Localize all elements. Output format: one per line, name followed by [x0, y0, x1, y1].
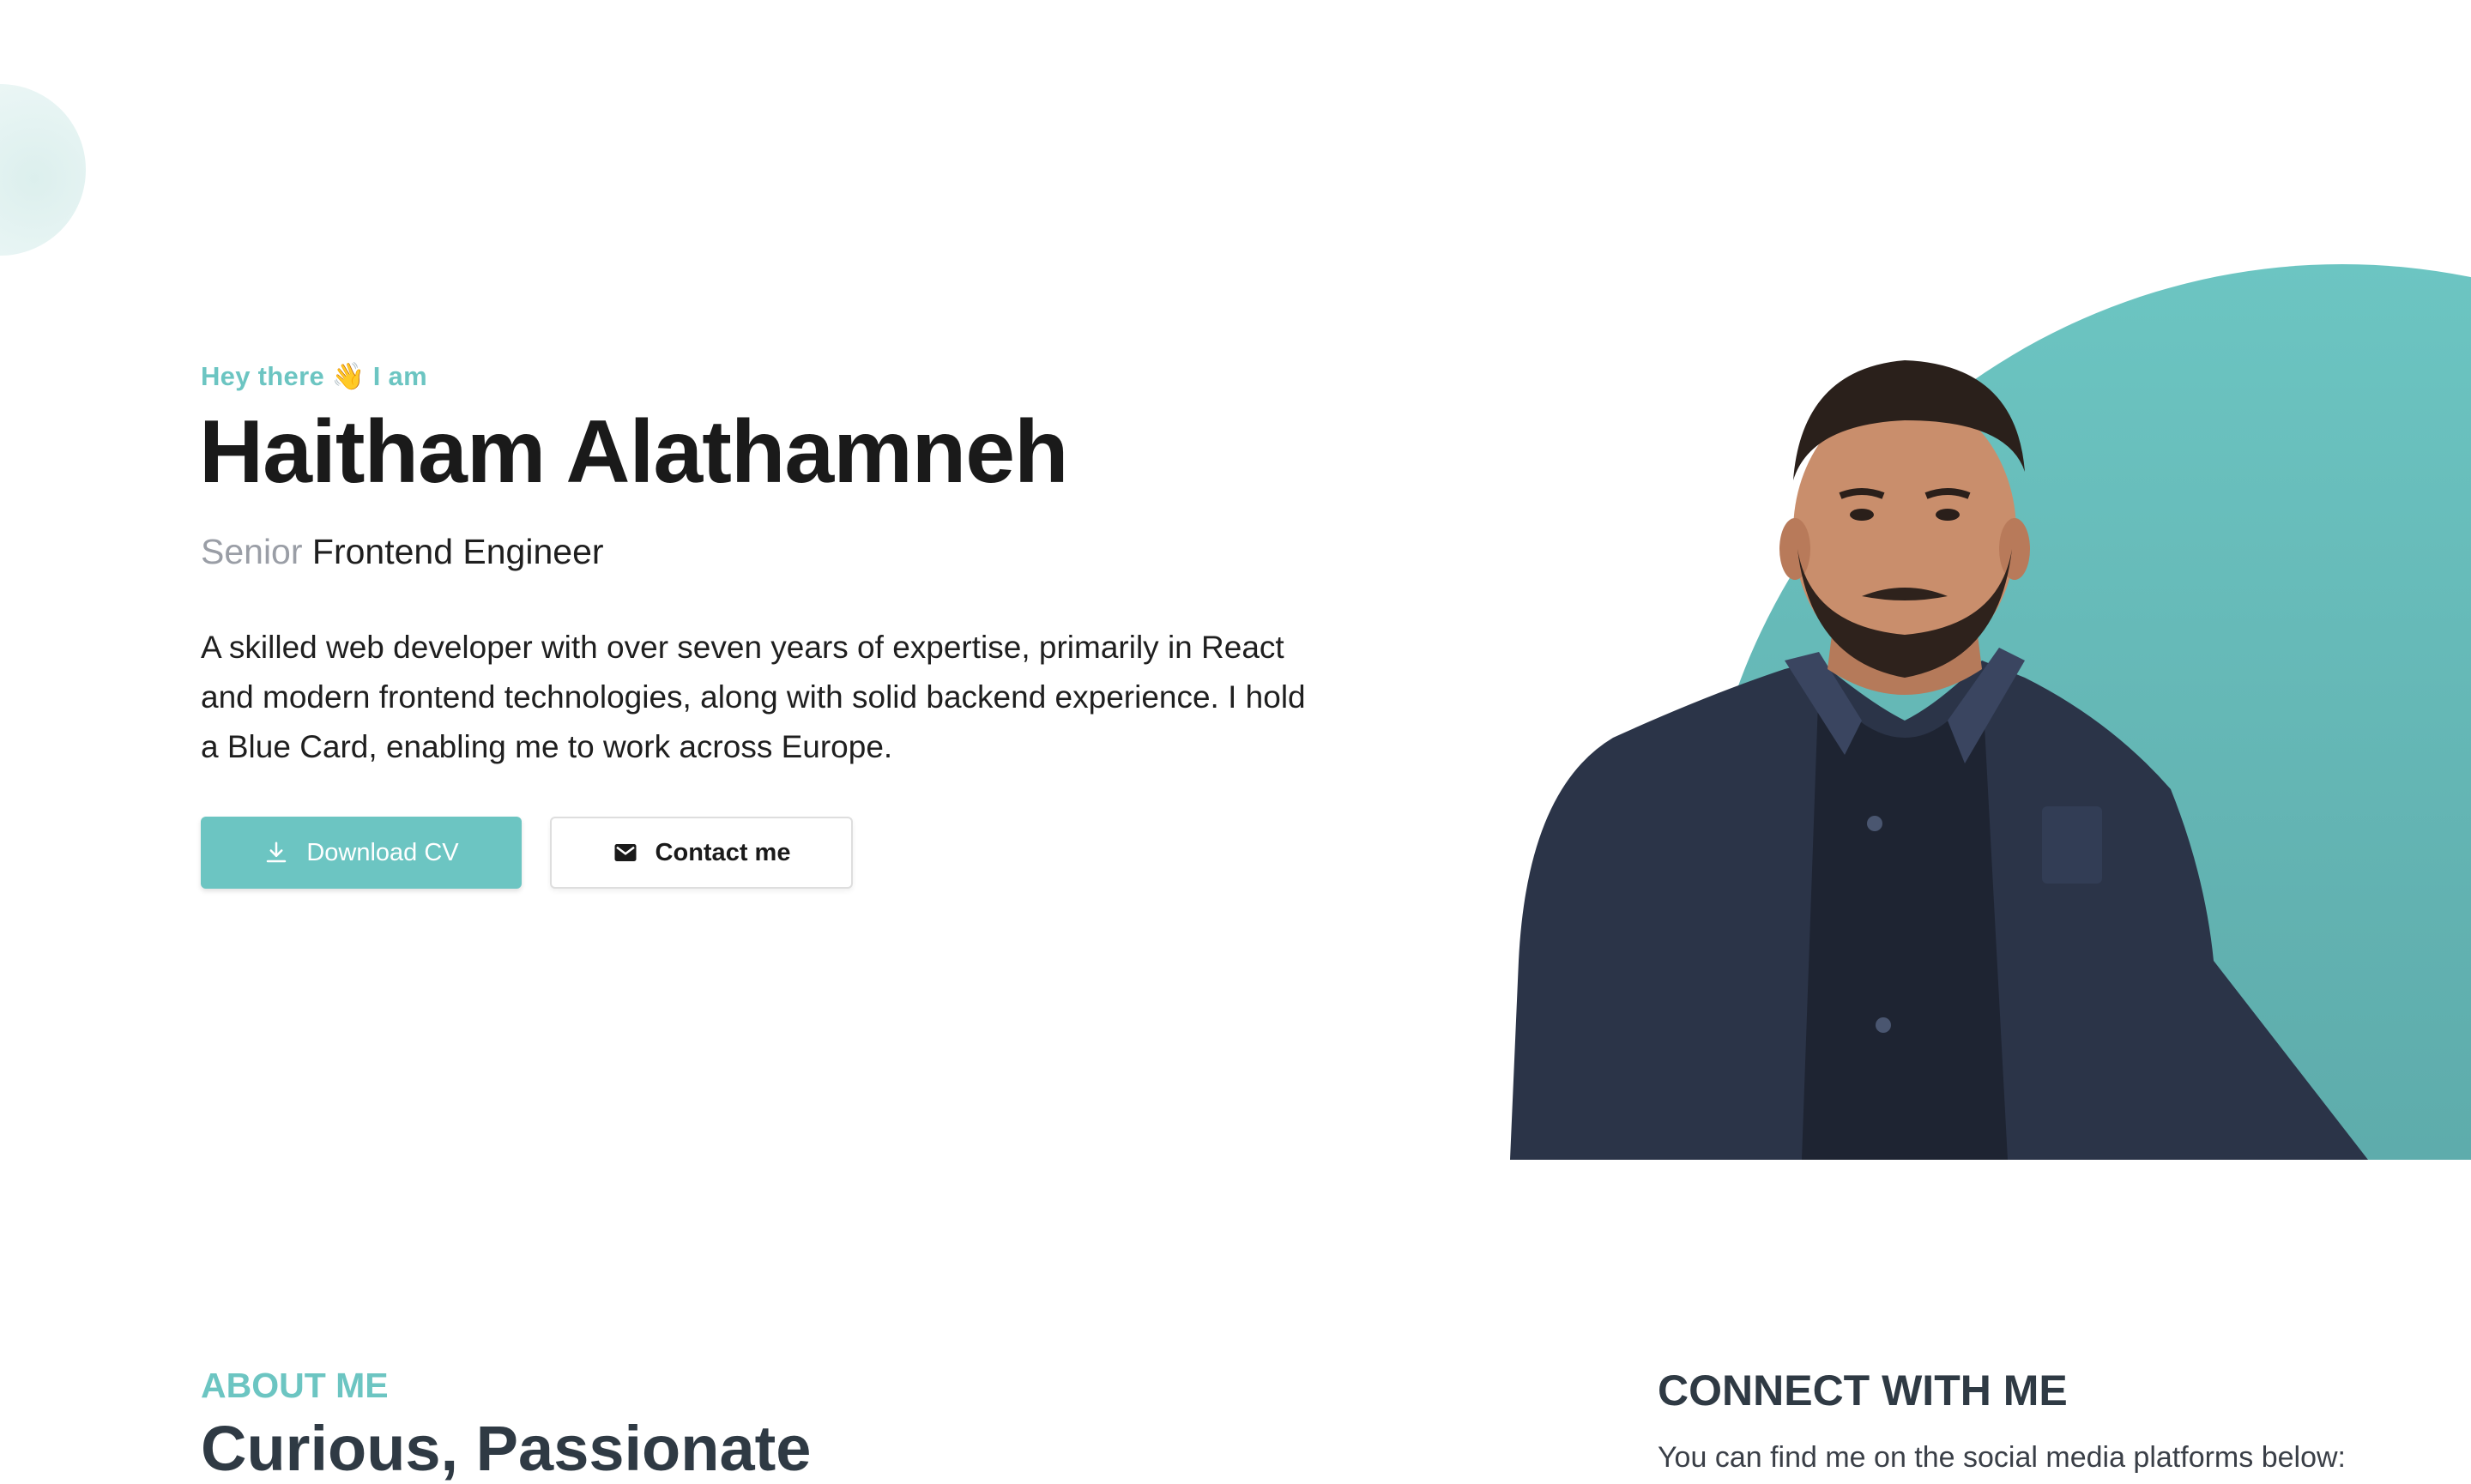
contact-me-button[interactable]: Contact me	[550, 817, 853, 889]
role-level: Senior	[201, 532, 303, 571]
connect-text: You can find me on the social media plat…	[1658, 1441, 2346, 1474]
decorative-circle	[0, 84, 86, 256]
download-cv-label: Download CV	[306, 838, 459, 866]
portrait-image	[1510, 360, 2368, 1160]
mail-icon	[614, 844, 637, 861]
download-icon	[267, 842, 287, 863]
hero-greeting: Hey there 👋 I am	[201, 361, 427, 391]
hero-role: Senior Frontend Engineer	[201, 532, 604, 572]
connect-heading: CONNECT WITH ME	[1658, 1366, 2068, 1415]
hero-bio: A skilled web developer with over seven …	[201, 630, 1306, 764]
hero-portrait-area	[1459, 257, 2471, 1160]
about-label: ABOUT ME	[201, 1366, 389, 1405]
download-cv-button[interactable]: Download CV	[201, 817, 522, 889]
contact-me-label: Contact me	[655, 838, 791, 866]
about-heading: Curious, Passionate	[201, 1413, 812, 1484]
hero-name: Haitham Alathamneh	[199, 402, 1069, 502]
role-title: Frontend Engineer	[311, 532, 604, 571]
